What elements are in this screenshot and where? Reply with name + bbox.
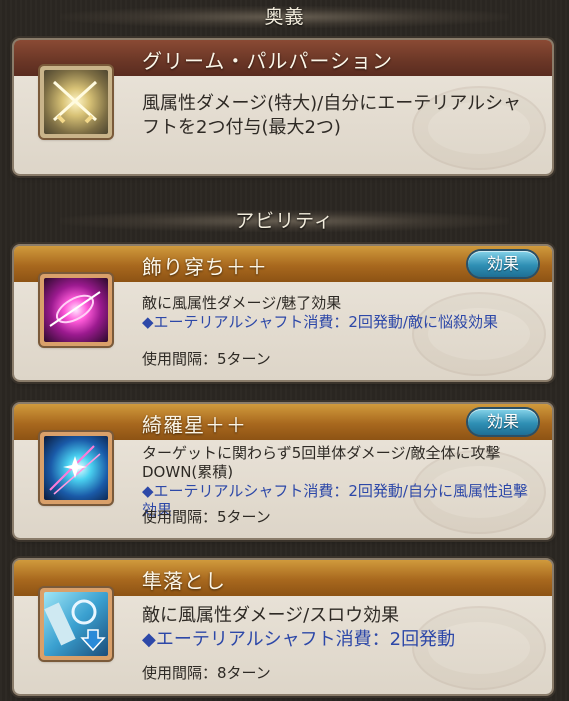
ability-3-interval: 使用間隔：8ターン bbox=[142, 664, 271, 682]
ability-1-effect-button[interactable]: 効果 bbox=[468, 251, 538, 277]
ability-card-2[interactable]: 綺羅星＋＋ 効果 ターゲットに関わらず5回単体ダメージ/敵全体に攻撃DOWN(累… bbox=[14, 404, 552, 538]
ability-2-name: 綺羅星＋＋ bbox=[142, 413, 247, 437]
crossed-swords-icon bbox=[52, 80, 98, 124]
ougi-section-header: 奥義 bbox=[0, 0, 569, 30]
ability-3-extra: ◆エーテリアルシャフト消費：2回発動 bbox=[142, 629, 456, 650]
pink-slash-burst-icon bbox=[49, 291, 101, 327]
ability-1-name: 飾り穿ち＋＋ bbox=[142, 255, 268, 279]
ability-2-icon-frame[interactable] bbox=[40, 432, 112, 504]
ability-1-description: 敵に風属性ダメージ/魅了効果 bbox=[142, 294, 342, 312]
falcon-drop-icon bbox=[44, 599, 106, 652]
ability-1-interval: 使用間隔：5ターン bbox=[142, 350, 271, 368]
ability-3-icon-frame[interactable] bbox=[40, 588, 112, 660]
blue-starburst-icon bbox=[49, 445, 101, 495]
ability-2-description: ターゲットに関わらず5回単体ダメージ/敵全体に攻撃DOWN(累積) bbox=[142, 444, 501, 481]
ability-section-header: アビリティ bbox=[0, 204, 569, 234]
ougi-section-title: 奥義 bbox=[264, 5, 305, 28]
ability-3-description: 敵に風属性ダメージ/スロウ効果 bbox=[142, 605, 400, 626]
ougi-card[interactable]: グリーム・パルパーション 風属性ダメージ(特大)/自分にエーテリアルシャフトを2… bbox=[14, 40, 552, 174]
ability-card-3[interactable]: 隼落とし 敵に風属性ダメージ/スロウ効果 ◆エーテリアルシャフト消費：2回発動 … bbox=[14, 560, 552, 694]
ougi-name: グリーム・パルパーション bbox=[142, 49, 393, 73]
ougi-icon-frame[interactable] bbox=[40, 66, 112, 138]
ability-3-name: 隼落とし bbox=[142, 569, 226, 593]
ability-card-1[interactable]: 飾り穿ち＋＋ 効果 敵に風属性ダメージ/魅了効果 ◆エーテリアルシャフト消費：2… bbox=[14, 246, 552, 380]
ability-section-title: アビリティ bbox=[235, 209, 334, 232]
ability-2-effect-button[interactable]: 効果 bbox=[468, 409, 538, 435]
ability-1-extra: ◆エーテリアルシャフト消費：2回発動/敵に悩殺効果 bbox=[142, 313, 498, 331]
ability-1-icon-frame[interactable] bbox=[40, 274, 112, 346]
ougi-description: 風属性ダメージ(特大)/自分にエーテリアルシャフトを2つ付与(最大2つ) bbox=[142, 93, 522, 138]
ability-2-interval: 使用間隔：5ターン bbox=[142, 508, 271, 526]
